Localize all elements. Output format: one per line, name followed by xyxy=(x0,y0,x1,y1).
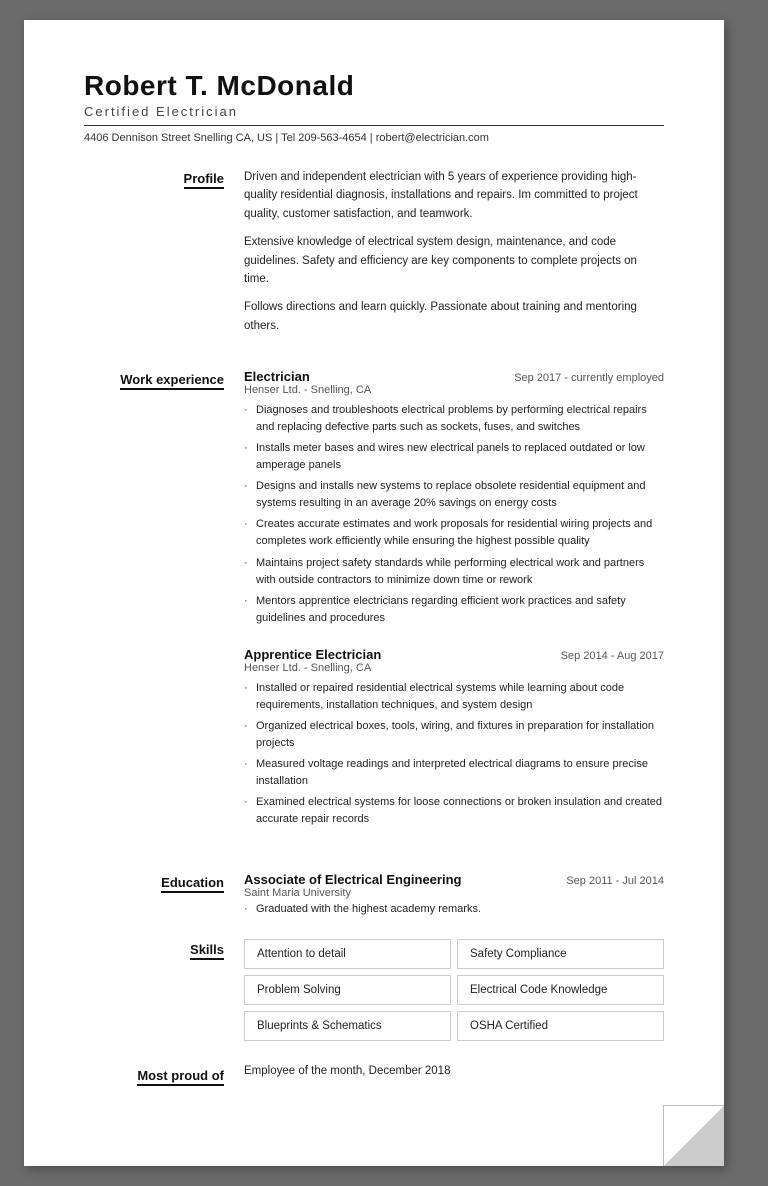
resume-paper: Robert T. McDonald Certified Electrician… xyxy=(24,20,724,1166)
skills-content: Attention to detail Safety Compliance Pr… xyxy=(244,939,664,1041)
profile-paragraph-3: Follows directions and learn quickly. Pa… xyxy=(244,298,664,335)
proud-section: Most proud of Employee of the month, Dec… xyxy=(84,1065,664,1086)
candidate-title: Certified Electrician xyxy=(84,104,664,119)
proud-label-col: Most proud of xyxy=(84,1065,244,1086)
job-2: Apprentice Electrician Sep 2014 - Aug 20… xyxy=(244,647,664,828)
education-degree: Associate of Electrical Engineering xyxy=(244,872,461,887)
education-content: Associate of Electrical Engineering Sep … xyxy=(244,872,664,915)
skill-5: Blueprints & Schematics xyxy=(244,1011,451,1041)
skill-4: Electrical Code Knowledge xyxy=(457,975,664,1005)
proud-text: Employee of the month, December 2018 xyxy=(244,1065,664,1077)
job-2-bullet-3: Measured voltage readings and interprete… xyxy=(244,756,664,790)
page-number: 2/2 xyxy=(679,1134,694,1146)
skill-2: Safety Compliance xyxy=(457,939,664,969)
education-note: Graduated with the highest academy remar… xyxy=(244,903,664,915)
work-label: Work experience xyxy=(120,372,224,390)
job-1-bullet-3: Designs and installs new systems to repl… xyxy=(244,478,664,512)
job-2-company: Henser Ltd. - Snelling, CA xyxy=(244,662,664,674)
work-content: Electrician Sep 2017 - currently employe… xyxy=(244,369,664,848)
education-label-col: Education xyxy=(84,872,244,915)
skills-grid: Attention to detail Safety Compliance Pr… xyxy=(244,939,664,1041)
skills-section: Skills Attention to detail Safety Compli… xyxy=(84,939,664,1041)
job-2-bullet-2: Organized electrical boxes, tools, wirin… xyxy=(244,718,664,752)
job-1-bullet-1: Diagnoses and troubleshoots electrical p… xyxy=(244,402,664,436)
skills-label-col: Skills xyxy=(84,939,244,1041)
job-1-company: Henser Ltd. - Snelling, CA xyxy=(244,384,664,396)
page-wrapper: Robert T. McDonald Certified Electrician… xyxy=(24,20,744,1166)
job-1-title: Electrician xyxy=(244,369,310,384)
job-2-dates: Sep 2014 - Aug 2017 xyxy=(561,650,664,662)
job-1-header: Electrician Sep 2017 - currently employe… xyxy=(244,369,664,384)
education-header: Associate of Electrical Engineering Sep … xyxy=(244,872,664,887)
job-2-bullets: Installed or repaired residential electr… xyxy=(244,680,664,828)
job-2-header: Apprentice Electrician Sep 2014 - Aug 20… xyxy=(244,647,664,662)
job-1: Electrician Sep 2017 - currently employe… xyxy=(244,369,664,627)
job-1-bullet-6: Mentors apprentice electricians regardin… xyxy=(244,593,664,627)
job-2-bullet-1: Installed or repaired residential electr… xyxy=(244,680,664,714)
job-1-bullet-4: Creates accurate estimates and work prop… xyxy=(244,516,664,550)
job-1-bullet-2: Installs meter bases and wires new elect… xyxy=(244,440,664,474)
proud-content: Employee of the month, December 2018 xyxy=(244,1065,664,1086)
profile-paragraph-1: Driven and independent electrician with … xyxy=(244,168,664,223)
education-dates: Sep 2011 - Jul 2014 xyxy=(566,875,664,887)
skill-3: Problem Solving xyxy=(244,975,451,1005)
work-experience-section: Work experience Electrician Sep 2017 - c… xyxy=(84,369,664,848)
contact-info: 4406 Dennison Street Snelling CA, US | T… xyxy=(84,125,664,144)
candidate-name: Robert T. McDonald xyxy=(84,70,664,102)
education-label: Education xyxy=(161,875,224,893)
job-1-dates: Sep 2017 - currently employed xyxy=(514,372,664,384)
job-2-bullet-4: Examined electrical systems for loose co… xyxy=(244,794,664,828)
job-2-title: Apprentice Electrician xyxy=(244,647,381,662)
job-1-bullets: Diagnoses and troubleshoots electrical p… xyxy=(244,402,664,627)
resume-header: Robert T. McDonald Certified Electrician… xyxy=(84,70,664,144)
profile-paragraph-2: Extensive knowledge of electrical system… xyxy=(244,233,664,288)
skill-1: Attention to detail xyxy=(244,939,451,969)
profile-label: Profile xyxy=(184,171,224,189)
job-1-bullet-5: Maintains project safety standards while… xyxy=(244,555,664,589)
profile-label-col: Profile xyxy=(84,168,244,345)
profile-section: Profile Driven and independent electrici… xyxy=(84,168,664,345)
skill-6: OSHA Certified xyxy=(457,1011,664,1041)
profile-content: Driven and independent electrician with … xyxy=(244,168,664,345)
work-label-col: Work experience xyxy=(84,369,244,848)
education-section: Education Associate of Electrical Engine… xyxy=(84,872,664,915)
education-school: Saint Maria University xyxy=(244,887,664,899)
skills-label: Skills xyxy=(190,942,224,960)
